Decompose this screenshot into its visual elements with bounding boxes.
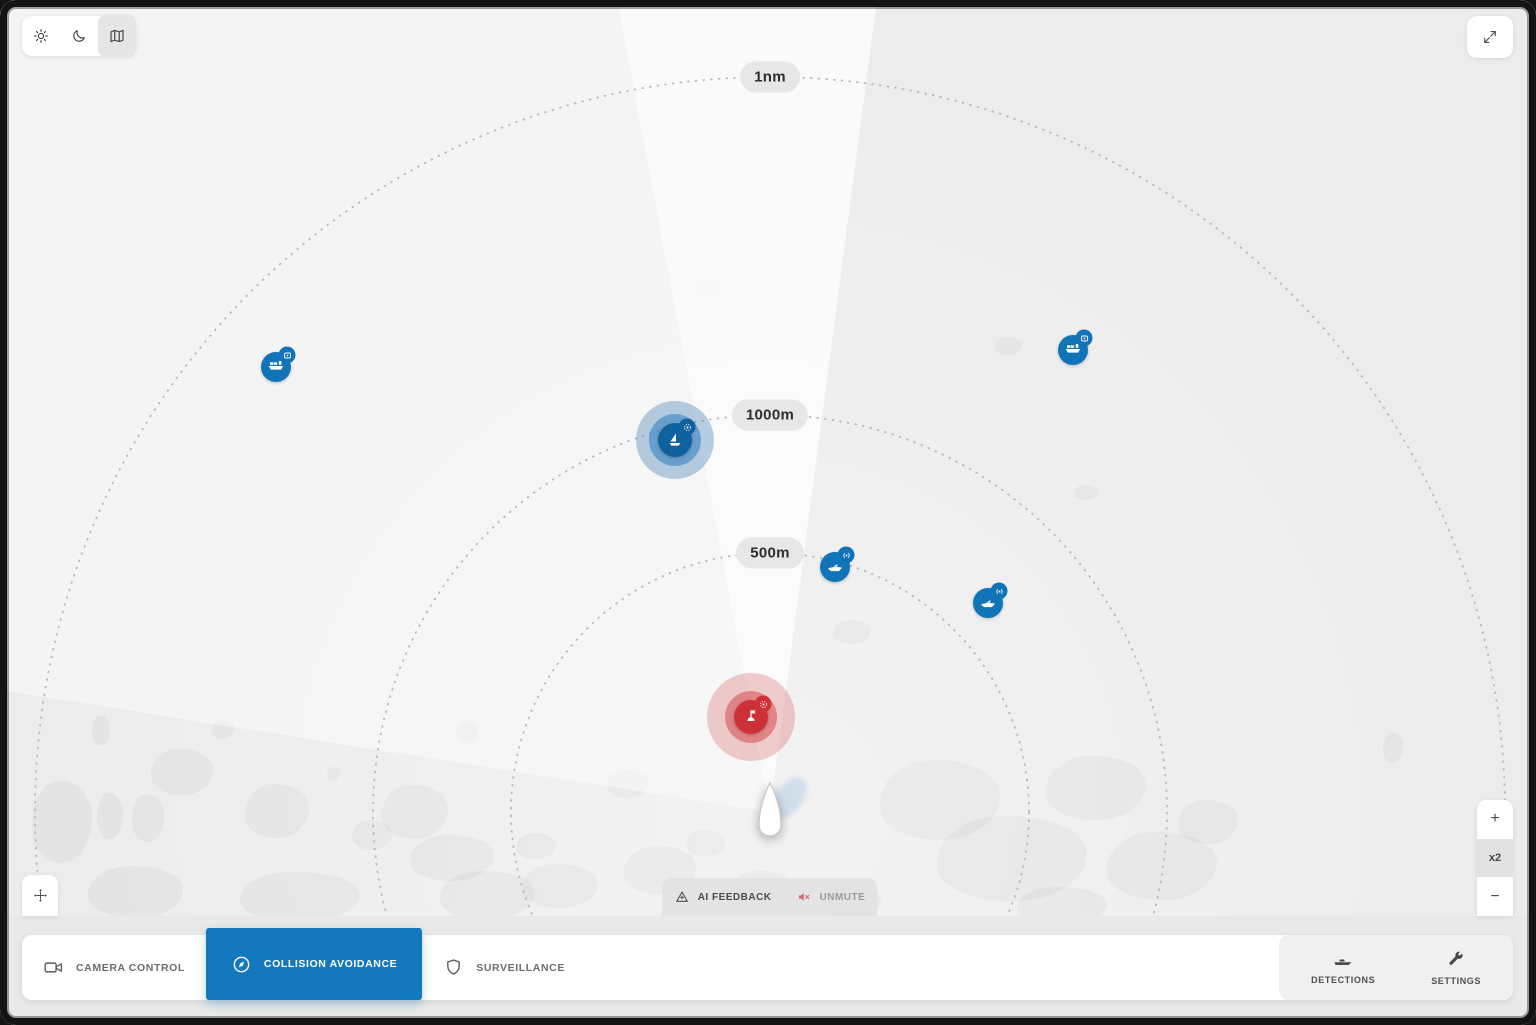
radar-map[interactable]: 1nm 1000m 500m bbox=[0, 0, 1536, 916]
own-ship-icon bbox=[758, 782, 782, 837]
boat-icon bbox=[1334, 959, 1352, 965]
ai-feedback-label: AI FEEDBACK bbox=[697, 891, 772, 903]
camera-badge-icon bbox=[278, 346, 296, 364]
compass-icon bbox=[233, 956, 250, 972]
target-badge-icon bbox=[754, 695, 772, 713]
tab-label: SURVEILLANCE bbox=[476, 961, 565, 974]
zoom-in-button[interactable]: + bbox=[1477, 800, 1513, 839]
unmute-button[interactable]: UNMUTE bbox=[796, 889, 866, 905]
zoom-level: x2 bbox=[1477, 838, 1513, 878]
light-mode-button[interactable] bbox=[22, 16, 60, 56]
detections-label: DETECTIONS bbox=[1311, 974, 1376, 985]
own-ship-marker bbox=[757, 782, 783, 842]
range-ring-label: 500m bbox=[736, 537, 804, 569]
zoom-control: + x2 − bbox=[1477, 800, 1513, 916]
target-badge-icon bbox=[678, 418, 696, 436]
collision-avoidance-app: 1nm 1000m 500m + x2 − AI FEEDBACK UNMUTE… bbox=[0, 0, 1536, 1025]
tab-label: CAMERA CONTROL bbox=[76, 961, 185, 974]
ai-feedback-bar: AI FEEDBACK UNMUTE bbox=[662, 878, 877, 916]
ai-feedback-button[interactable]: AI FEEDBACK bbox=[674, 889, 772, 905]
camera-badge-icon bbox=[1075, 329, 1093, 347]
range-ring-label: 1000m bbox=[731, 399, 809, 431]
range-rings bbox=[34, 76, 1506, 916]
fullscreen-button[interactable] bbox=[1467, 16, 1513, 58]
tab-label: COLLISION AVOIDANCE bbox=[263, 958, 398, 970]
expand-icon bbox=[1484, 31, 1496, 43]
bottom-nav: CAMERA CONTROL COLLISION AVOIDANCE SURVE… bbox=[22, 928, 1513, 1000]
range-ring-label: 1nm bbox=[740, 61, 800, 93]
tab-collision-avoidance[interactable]: COLLISION AVOIDANCE bbox=[205, 928, 423, 1000]
muted-speaker-icon bbox=[798, 893, 809, 901]
signal-badge-icon bbox=[837, 546, 855, 564]
settings-button[interactable]: SETTINGS bbox=[1431, 950, 1481, 986]
video-camera-icon bbox=[44, 962, 63, 973]
unmute-label: UNMUTE bbox=[819, 891, 866, 903]
shield-icon bbox=[447, 959, 461, 975]
pan-button[interactable] bbox=[22, 875, 58, 916]
move-icon bbox=[33, 889, 47, 902]
map-style-toolbar bbox=[22, 14, 136, 58]
map-mode-button[interactable] bbox=[98, 14, 136, 58]
detections-button[interactable]: DETECTIONS bbox=[1311, 951, 1375, 985]
wrench-icon bbox=[1449, 951, 1463, 965]
map-icon bbox=[110, 29, 124, 43]
sun-icon bbox=[34, 29, 48, 43]
nav-side-panel: DETECTIONS SETTINGS bbox=[1279, 935, 1513, 1000]
signal-badge-icon bbox=[990, 582, 1008, 600]
dark-mode-button[interactable] bbox=[60, 16, 98, 56]
zoom-out-button[interactable]: − bbox=[1477, 877, 1513, 916]
moon-icon bbox=[73, 30, 85, 42]
warning-triangle-icon bbox=[675, 891, 688, 902]
tab-surveillance[interactable]: SURVEILLANCE bbox=[422, 935, 586, 1000]
settings-label: SETTINGS bbox=[1431, 975, 1481, 986]
tab-camera-control[interactable]: CAMERA CONTROL bbox=[22, 935, 206, 1000]
app-window: 1nm 1000m 500m + x2 − AI FEEDBACK UNMUTE… bbox=[0, 0, 1536, 1025]
